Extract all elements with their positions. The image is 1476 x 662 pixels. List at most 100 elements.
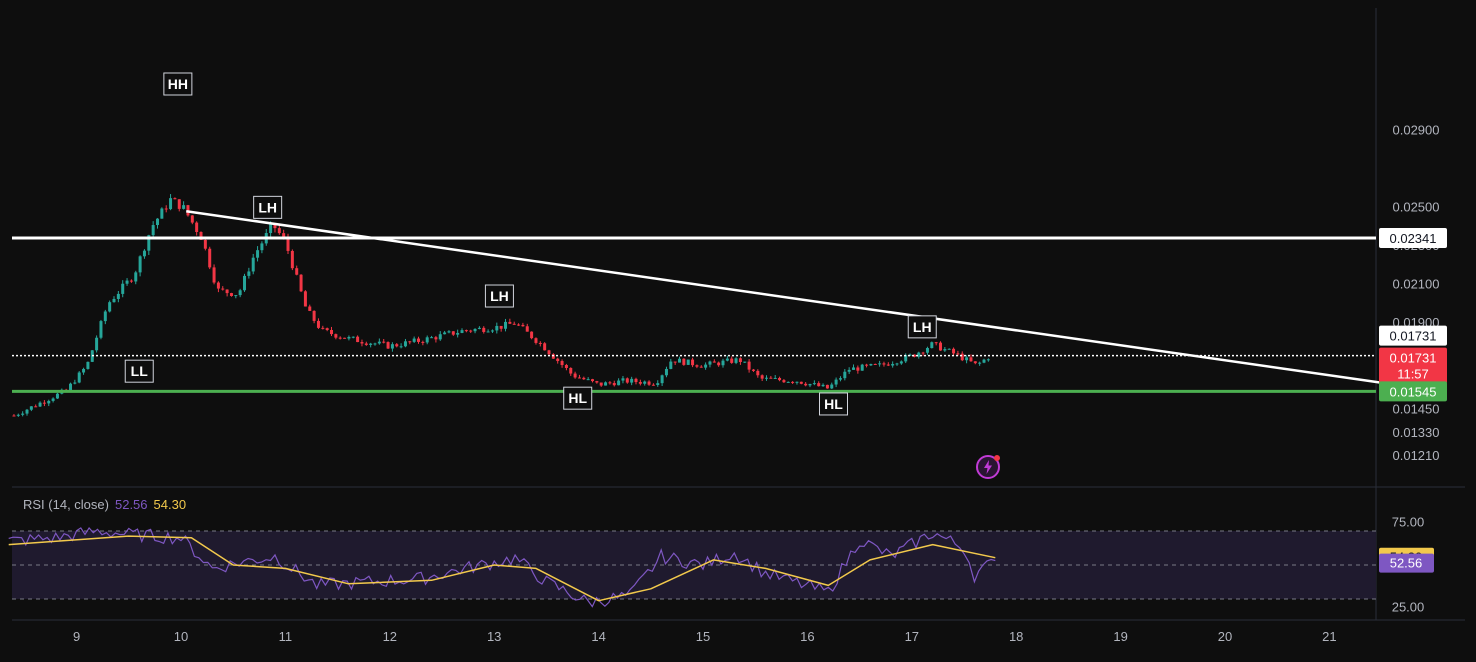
candle-body (899, 361, 903, 364)
candle-body (295, 268, 299, 275)
rsi-value: 52.56 (114, 497, 148, 512)
candle-body (325, 328, 329, 330)
candle-body (686, 359, 690, 365)
candle-body (95, 337, 99, 351)
candle-body (395, 344, 399, 347)
candle-body (821, 384, 825, 387)
candle-body (638, 382, 642, 384)
candle-body (208, 248, 212, 268)
rsi-ma-value: 54.30 (153, 497, 187, 512)
candle-body (425, 337, 429, 343)
candle-body (799, 381, 803, 384)
candle-body (134, 272, 138, 282)
candle-body (530, 331, 534, 339)
candle-body (886, 364, 890, 366)
candle-body (725, 358, 729, 361)
time-tick-label: 16 (800, 629, 814, 644)
candle-body (673, 361, 677, 363)
price-tick-label: 0.01450 (1393, 402, 1440, 417)
rsi-value-tag: 52.56 (1390, 556, 1423, 571)
candle-body (699, 366, 703, 368)
candle-body (769, 377, 773, 379)
candle-body (965, 357, 969, 361)
candle-body (182, 205, 186, 209)
candle-body (921, 352, 925, 354)
candle-body (316, 320, 320, 328)
candle-body (656, 383, 660, 386)
candle-body (138, 256, 142, 273)
candle-body (982, 359, 986, 363)
candle-body (86, 361, 90, 369)
time-tick-label: 11 (279, 629, 293, 644)
candle-body (190, 215, 194, 223)
time-tick-label: 12 (383, 629, 397, 644)
candle-body (830, 384, 834, 389)
time-tick-label: 9 (73, 629, 80, 644)
candle-body (473, 328, 477, 332)
candle-body (347, 336, 351, 339)
candle-body (343, 337, 347, 339)
candle-body (560, 361, 564, 366)
price-tag-white-text: 0.01731 (1390, 329, 1437, 344)
candle-body (730, 358, 734, 363)
candle-body (956, 353, 960, 355)
candle-body (521, 324, 525, 327)
candle-body (29, 406, 33, 410)
lightning-icon[interactable] (976, 455, 1000, 479)
candle-body (417, 338, 421, 342)
candle-body (617, 380, 621, 386)
candle-body (55, 393, 59, 399)
candle-body (269, 224, 273, 234)
structure-label: HH (168, 76, 188, 92)
candle-body (499, 325, 503, 329)
candle-body (212, 267, 216, 283)
candle-body (704, 364, 708, 368)
time-tick-label: 20 (1218, 629, 1232, 644)
candle-body (99, 321, 103, 338)
candle-body (390, 344, 394, 349)
candle-body (47, 400, 51, 404)
candle-body (634, 378, 638, 383)
rsi-legend: RSI (14, close) 52.56 54.30 (23, 497, 186, 512)
candle-body (556, 358, 560, 362)
candle-body (534, 338, 538, 343)
rsi-tick-label: 25.00 (1392, 600, 1425, 615)
candle-body (299, 274, 303, 292)
candle-body (447, 331, 451, 333)
level-tag-lower-text: 0.01545 (1390, 384, 1437, 399)
candle-body (451, 331, 455, 335)
candle-body (482, 327, 486, 332)
candle-body (860, 364, 864, 371)
candle-body (573, 373, 577, 378)
candle-body (612, 383, 616, 386)
last-price-tag-text: 0.01731 (1390, 351, 1437, 366)
price-tick-label: 0.01210 (1393, 448, 1440, 463)
candle-body (38, 402, 42, 407)
candle-body (838, 378, 842, 380)
candle-body (408, 341, 412, 343)
level-tag-upper-text: 0.02341 (1390, 231, 1437, 246)
candle-body (847, 369, 851, 372)
time-tick-label: 13 (487, 629, 501, 644)
candle-body (564, 365, 568, 368)
candle-body (934, 342, 938, 344)
candle-body (486, 331, 490, 333)
candle-body (51, 398, 55, 401)
candle-body (978, 362, 982, 364)
candle-body (695, 365, 699, 367)
candle-body (856, 367, 860, 371)
candle-body (42, 402, 46, 404)
candle-body (843, 371, 847, 379)
candle-body (786, 381, 790, 383)
candle-body (782, 380, 786, 383)
candle-body (456, 332, 460, 335)
candle-body (490, 330, 494, 332)
candle-body (808, 383, 812, 386)
candle-body (621, 378, 625, 381)
candle-body (834, 379, 838, 385)
candle-body (129, 280, 133, 282)
chart-area[interactable]: 0.029000.025000.023000.021000.019000.016… (0, 0, 1476, 662)
candle-body (477, 327, 481, 329)
candle-body (547, 350, 551, 355)
candle-body (599, 382, 603, 386)
